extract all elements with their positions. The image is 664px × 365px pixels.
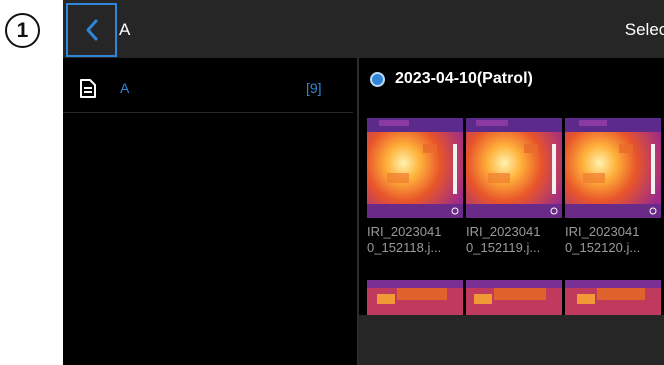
thermal-thumbnail[interactable] xyxy=(367,118,463,218)
thermal-image xyxy=(466,280,562,315)
top-bar: A Select xyxy=(63,0,664,58)
thermal-thumbnail[interactable] xyxy=(466,280,562,315)
device-screen: A Select A [9] 2023-04-10(Patrol) xyxy=(63,0,664,365)
group-date-title: 2023-04-10(Patrol) xyxy=(395,70,533,87)
folder-item[interactable]: A [9] xyxy=(63,58,353,113)
thermal-image xyxy=(367,280,463,315)
radio-selected-icon[interactable] xyxy=(370,72,385,87)
thermal-image xyxy=(565,280,661,315)
bottom-bar xyxy=(359,315,664,365)
thumbnail-filename: IRI_2023041 0_152120.j... xyxy=(565,224,641,255)
back-button[interactable] xyxy=(66,3,117,57)
folder-list: A [9] xyxy=(63,58,357,365)
thermal-thumbnail[interactable] xyxy=(466,118,562,218)
thermal-thumbnail[interactable] xyxy=(565,118,661,218)
thermal-thumbnail[interactable] xyxy=(565,280,661,315)
back-chevron-icon xyxy=(86,19,97,41)
thermal-image xyxy=(367,118,463,218)
page-title: A xyxy=(119,20,131,39)
folder-name: A xyxy=(120,80,130,96)
thumbnail-filename: IRI_2023041 0_152118.j... xyxy=(367,224,442,255)
select-button[interactable]: Select xyxy=(625,20,664,40)
folder-count: [9] xyxy=(306,80,322,96)
document-icon xyxy=(80,79,96,98)
thermal-image xyxy=(565,118,661,218)
gallery-pane: 2023-04-10(Patrol) IRI_2023041 0_152118.… xyxy=(359,58,664,365)
thermal-image xyxy=(466,118,562,218)
thumbnail-filename: IRI_2023041 0_152119.j... xyxy=(466,224,541,255)
callout-number: 1 xyxy=(16,18,29,42)
thermal-thumbnail[interactable] xyxy=(367,280,463,315)
callout-marker: 1 xyxy=(5,13,40,48)
